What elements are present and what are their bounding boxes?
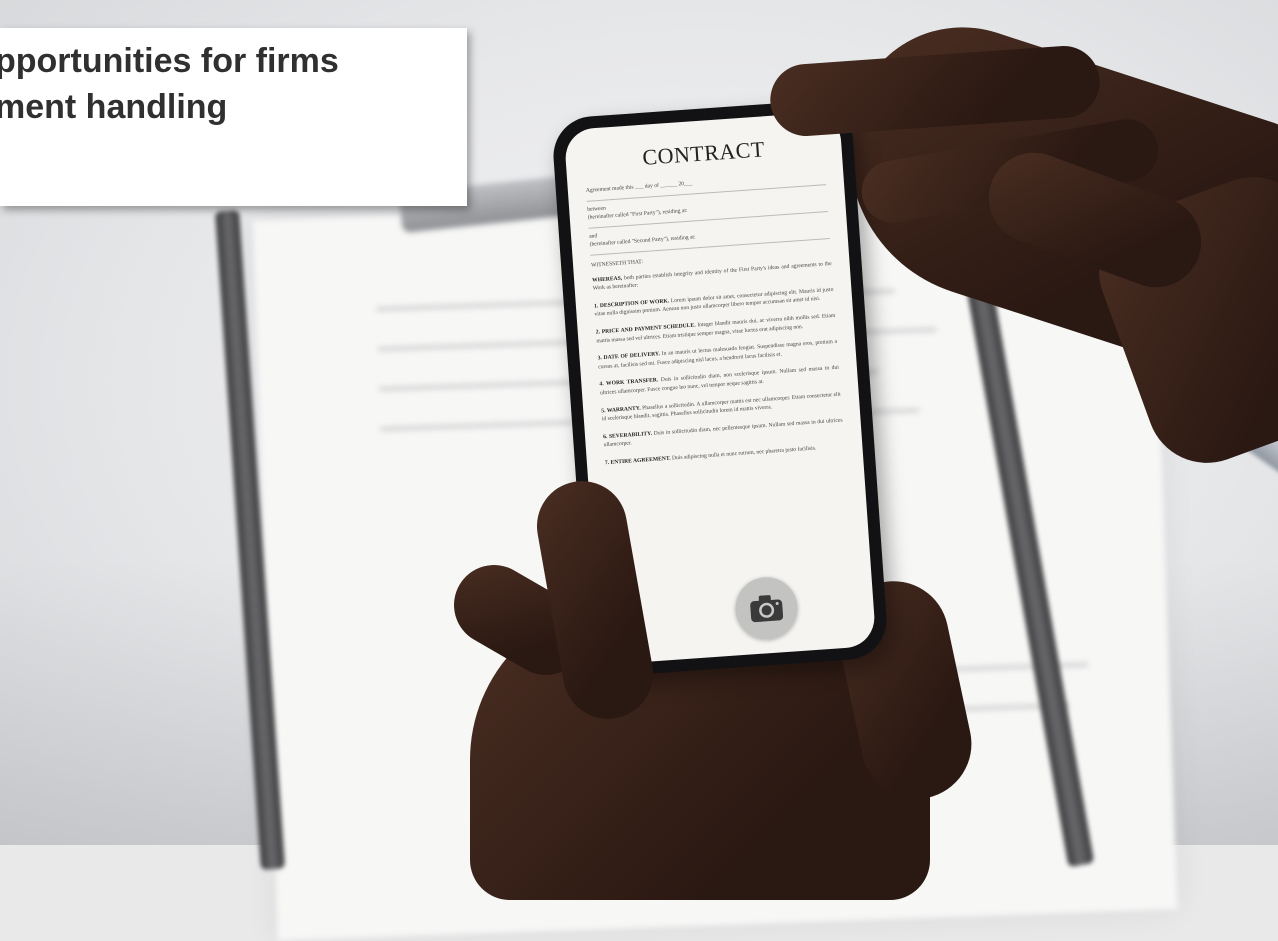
headline-line-1: pportunities for firms [0,42,339,80]
headline-line-2: ment handling [0,88,228,126]
contract-document: Agreement made this ___ day of ______ 20… [586,170,846,477]
camera-icon [750,595,784,623]
document-title: CONTRACT [641,136,766,170]
section-heading: 6. SEVERABILITY. [602,430,653,440]
section-heading: WHEREAS, [591,275,623,284]
camera-shutter-button[interactable] [733,575,800,642]
headline-text: pportunities for firms ment handling [0,38,465,130]
section-heading: 5. WARRANTY. [601,405,641,414]
section-heading: 7. ENTIRE AGREEMENT. [604,455,671,467]
section-body: Duis adipiscing nulla et nunc rutrum, ne… [671,445,817,462]
headline-box: pportunities for firms ment handling [0,28,467,206]
